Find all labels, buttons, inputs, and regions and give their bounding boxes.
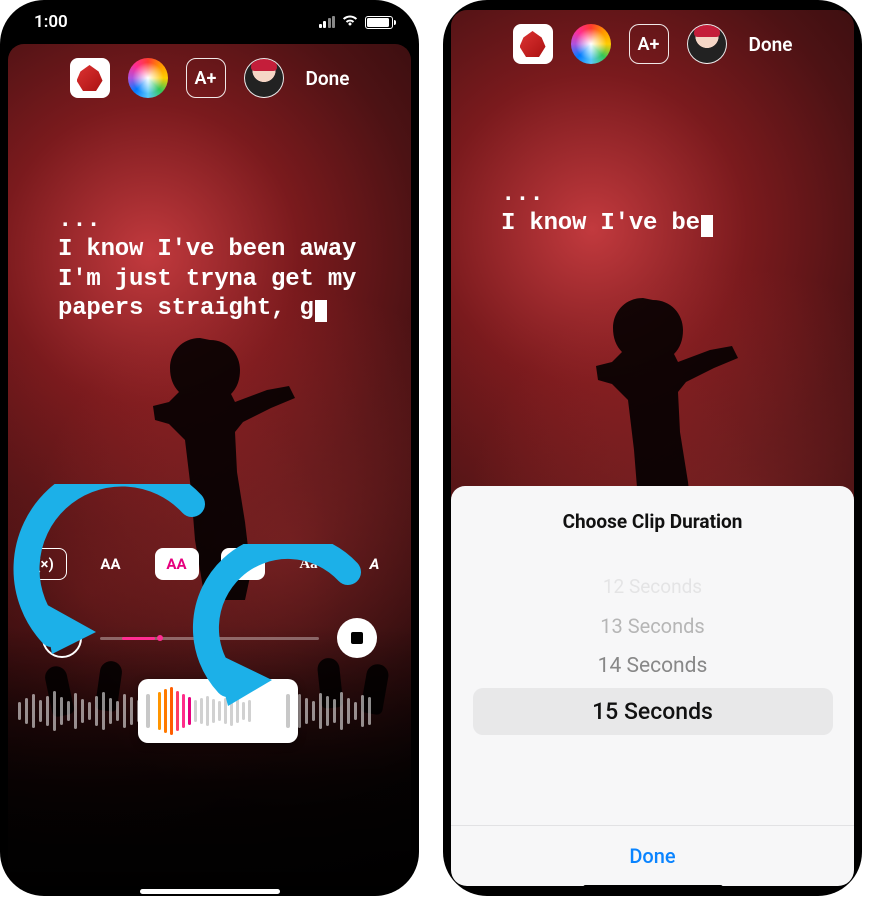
stop-button[interactable] — [337, 618, 377, 658]
picker-option[interactable]: 14 Seconds — [451, 648, 854, 684]
text-style-button[interactable]: A+ — [629, 24, 669, 64]
story-canvas[interactable]: A+ Done ... I know I've been away I'm ju… — [8, 44, 411, 886]
lyrics-line: I know I've been away — [58, 235, 371, 264]
lyrics-font-row: (×) AA AA A Aa A — [8, 548, 411, 580]
cellular-icon — [319, 16, 336, 28]
phone-duration-picker: A+ Done ... I know I've be Choose Clip D… — [443, 0, 862, 896]
picker-option[interactable]: 12 Seconds — [451, 569, 854, 604]
status-indicators — [319, 12, 394, 32]
music-sticker-button[interactable] — [513, 24, 553, 64]
clip-handle-right[interactable] — [286, 694, 290, 728]
phone-music-editor: 1:00 A+ — [0, 0, 419, 896]
waveform-scrubber[interactable] — [8, 678, 411, 744]
font-style-4[interactable]: A — [221, 548, 265, 580]
font-style-3-active[interactable]: AA — [155, 548, 199, 580]
lyrics-ellipsis: ... — [58, 206, 371, 235]
avatar-sticker-button[interactable] — [244, 58, 284, 98]
clip-selection-window[interactable] — [138, 679, 298, 743]
font-style-1[interactable]: (×) — [23, 548, 67, 580]
done-button[interactable]: Done — [306, 67, 350, 90]
sheet-footer: Done — [451, 825, 854, 886]
crowd-overlay — [8, 626, 411, 886]
lyrics-ellipsis: ... — [501, 180, 814, 209]
status-bar: 1:00 — [0, 0, 419, 44]
picker-option[interactable]: 13 Seconds — [451, 608, 854, 644]
story-top-toolbar: A+ Done — [451, 24, 854, 64]
duration-row: 15 — [42, 618, 377, 658]
home-indicator — [140, 889, 280, 894]
lyrics-display[interactable]: ... I know I've been away I'm just tryna… — [58, 206, 371, 323]
duration-picker[interactable]: 12 Seconds 13 Seconds 14 Seconds 15 Seco… — [451, 543, 854, 825]
sheet-done-button[interactable]: Done — [629, 844, 675, 868]
text-cursor — [701, 215, 713, 237]
clip-duration-button[interactable]: 15 — [42, 618, 82, 658]
stop-icon — [351, 632, 363, 644]
lyrics-line: I'm just tryna get my papers straight, g — [58, 265, 371, 324]
color-picker-button[interactable] — [571, 24, 611, 64]
battery-icon — [365, 16, 393, 29]
picker-option-selected[interactable]: 15 Seconds — [473, 688, 833, 735]
status-time: 1:00 — [34, 12, 68, 32]
font-style-5[interactable]: Aa — [287, 548, 331, 580]
lyrics-display[interactable]: ... I know I've be — [501, 180, 814, 239]
music-sticker-button[interactable] — [70, 58, 110, 98]
home-indicator — [583, 885, 723, 890]
duration-picker-sheet: Choose Clip Duration 12 Seconds 13 Secon… — [451, 486, 854, 886]
sheet-title: Choose Clip Duration — [451, 486, 854, 543]
font-style-2[interactable]: AA — [89, 548, 133, 580]
text-cursor — [315, 300, 327, 322]
done-button[interactable]: Done — [749, 33, 793, 56]
story-top-toolbar: A+ Done — [8, 58, 411, 98]
color-picker-button[interactable] — [128, 58, 168, 98]
story-canvas[interactable]: A+ Done ... I know I've be Choose Clip D… — [451, 10, 854, 886]
font-style-6[interactable]: A — [353, 548, 397, 580]
song-progress[interactable] — [100, 637, 319, 640]
lyrics-line: I know I've be — [501, 209, 814, 238]
avatar-sticker-button[interactable] — [687, 24, 727, 64]
text-style-button[interactable]: A+ — [186, 58, 226, 98]
wifi-icon — [341, 12, 359, 32]
